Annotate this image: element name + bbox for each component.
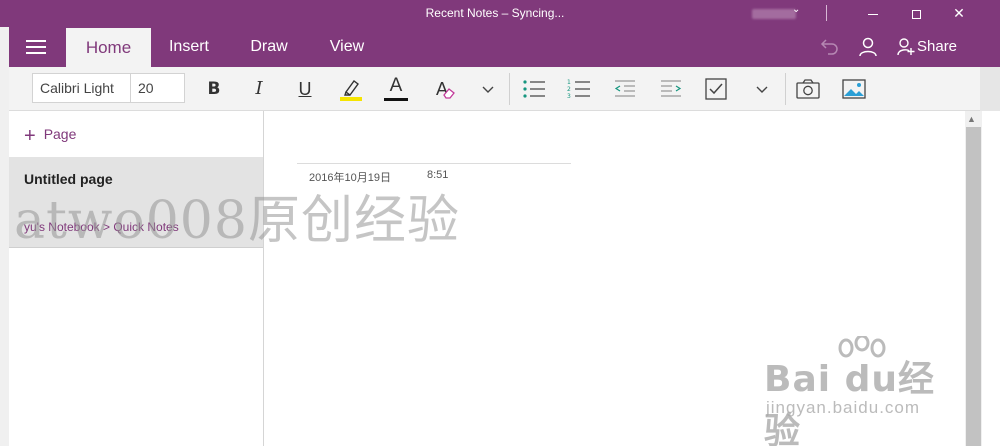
highlight-button[interactable] <box>334 74 368 104</box>
share-icon <box>897 38 915 56</box>
undo-icon[interactable] <box>820 37 840 60</box>
vertical-scrollbar[interactable]: ▲ <box>965 111 982 446</box>
window-left-edge <box>0 27 9 446</box>
watermark-left: atwo008原创经验 <box>14 191 460 251</box>
font-color-bar <box>384 98 408 101</box>
watermark-url: jingyan.baidu.com <box>766 398 921 417</box>
font-color-label: A <box>389 75 403 96</box>
ribbon-toolbar: Calibri Light 20 B I U A A 123 <box>9 67 980 111</box>
italic-button[interactable]: I <box>242 74 276 104</box>
window-title: Recent Notes – Syncing... <box>425 6 565 20</box>
close-icon: ✕ <box>953 5 965 21</box>
more-tags-button[interactable] <box>745 74 779 104</box>
user-icon[interactable] <box>858 37 878 57</box>
ribbon-right-strip <box>980 67 1000 111</box>
title-bar: Recent Notes – Syncing... ⌄ ✕ <box>0 0 1000 27</box>
font-size-field[interactable]: 20 <box>131 73 185 103</box>
account-chevron-icon[interactable]: ⌄ <box>792 4 800 15</box>
scrollbar-thumb[interactable] <box>966 127 981 446</box>
share-button[interactable]: Share <box>897 36 957 58</box>
tab-insert[interactable]: Insert <box>154 27 224 67</box>
todo-tag-button[interactable] <box>699 74 733 104</box>
svg-text:2: 2 <box>567 86 571 93</box>
account-name-blurred[interactable] <box>752 9 796 19</box>
numbering-button[interactable]: 123 <box>562 74 596 104</box>
picture-icon <box>842 79 866 99</box>
decrease-indent-button[interactable] <box>608 74 642 104</box>
tab-home[interactable]: Home <box>66 28 151 67</box>
ribbon-separator <box>509 73 510 105</box>
indent-icon <box>661 80 682 97</box>
increase-indent-button[interactable] <box>654 74 688 104</box>
eraser-icon <box>443 88 455 99</box>
maximize-button[interactable] <box>893 0 939 27</box>
outdent-icon <box>614 80 635 97</box>
highlighter-icon <box>340 80 362 101</box>
numbering-icon: 123 <box>567 79 590 100</box>
insert-camera-button[interactable] <box>791 74 825 104</box>
add-page-button[interactable]: + Page <box>24 125 76 148</box>
right-edge-strip <box>982 111 1000 446</box>
title-separator <box>826 5 827 21</box>
todo-checkbox-icon <box>705 78 727 100</box>
hamburger-icon[interactable] <box>26 40 46 54</box>
font-name-field[interactable]: Calibri Light <box>32 73 131 103</box>
chevron-down-icon <box>482 86 494 93</box>
bullets-icon <box>523 80 545 98</box>
maximize-icon <box>911 9 921 19</box>
svg-text:3: 3 <box>567 93 571 100</box>
share-label: Share <box>917 38 958 55</box>
minimize-icon <box>868 13 878 15</box>
more-formatting-button[interactable] <box>471 74 505 104</box>
underline-button[interactable]: U <box>288 74 322 104</box>
plus-icon: + <box>24 125 36 147</box>
chevron-down-icon <box>756 86 768 93</box>
watermark-baidu: Bai du经验 jingyan.baidu.com <box>764 336 954 446</box>
page-title-line[interactable] <box>297 163 571 164</box>
font-color-button[interactable]: A <box>379 74 413 104</box>
bold-button[interactable]: B <box>197 74 231 104</box>
ribbon-separator <box>785 73 786 105</box>
scroll-up-icon[interactable]: ▲ <box>967 114 976 124</box>
tab-bar: Home Insert Draw View Share <box>9 27 1000 67</box>
clear-formatting-button[interactable]: A <box>425 74 459 104</box>
tab-view[interactable]: View <box>312 27 382 67</box>
minimize-button[interactable] <box>850 0 896 27</box>
insert-picture-button[interactable] <box>837 74 871 104</box>
page-list-pane: + Page Untitled page yu's Notebook > Quic… <box>9 111 264 446</box>
close-button[interactable]: ✕ <box>936 0 982 27</box>
add-page-label: Page <box>43 126 77 142</box>
tab-draw[interactable]: Draw <box>234 27 304 67</box>
bullets-button[interactable] <box>517 74 551 104</box>
svg-text:1: 1 <box>567 79 571 86</box>
camera-icon <box>796 79 820 99</box>
